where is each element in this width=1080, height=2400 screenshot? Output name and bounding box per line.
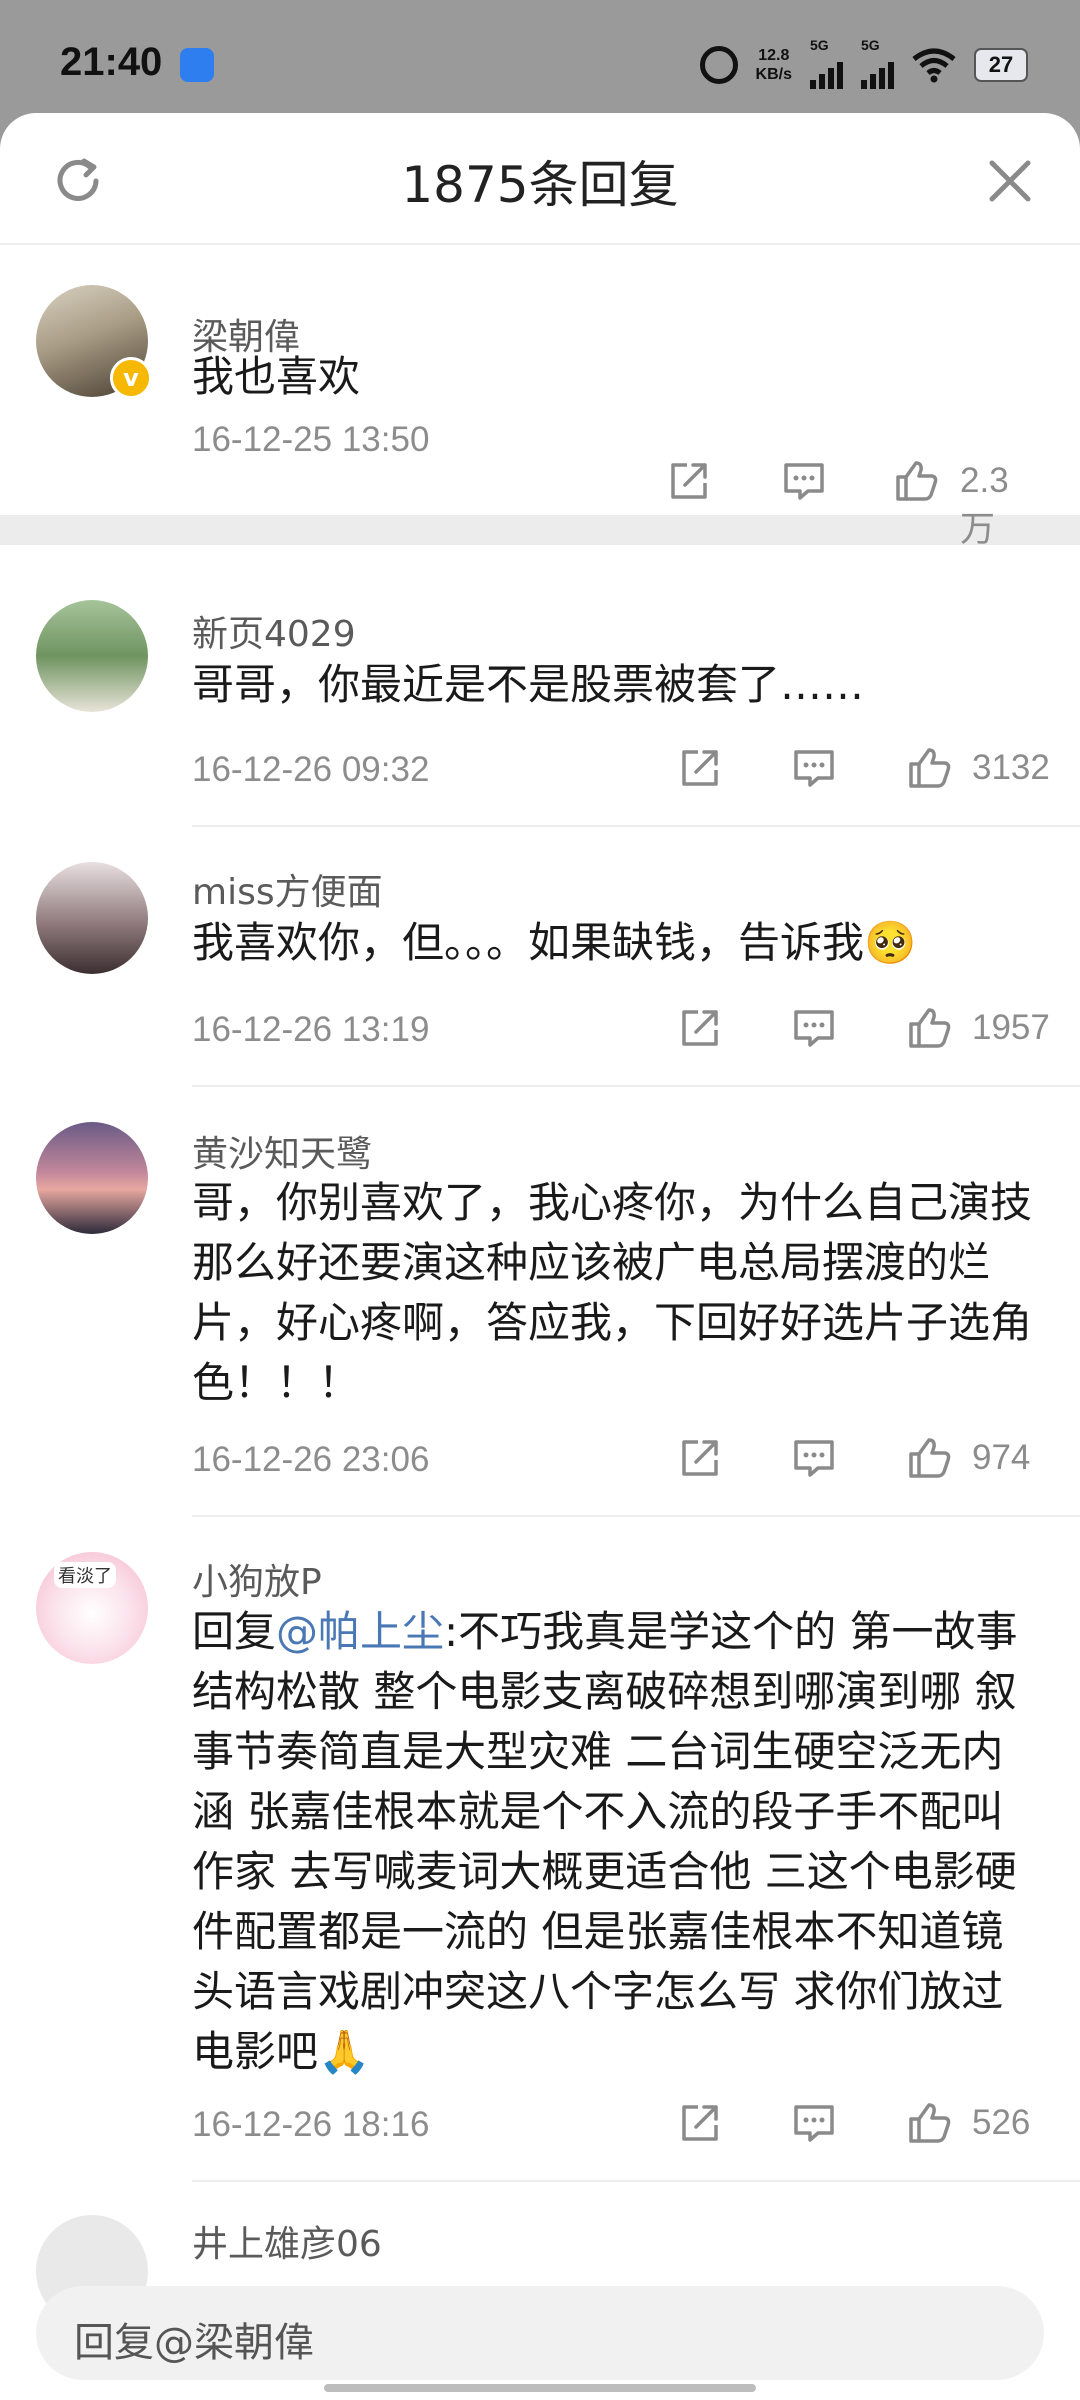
share-button[interactable] — [676, 2099, 724, 2147]
comment-icon — [794, 750, 834, 787]
share-icon — [682, 1440, 718, 1476]
reply-username[interactable]: miss方便面 — [192, 863, 383, 915]
reply-timestamp: 16-12-26 18:16 — [192, 2105, 430, 2144]
reply-separator — [192, 1515, 1080, 1517]
share-icon — [682, 2105, 718, 2141]
share-button[interactable] — [665, 457, 713, 505]
network-speed: 12.8 KB/s — [755, 47, 792, 83]
comment-timestamp: 16-12-25 13:50 — [192, 420, 430, 459]
like-count: 2.3万 — [960, 461, 1009, 549]
like-button[interactable] — [905, 1434, 953, 1482]
signal-1-icon: 5G — [810, 37, 843, 89]
close-button[interactable] — [980, 151, 1040, 211]
reply-username[interactable]: 小狗放P — [192, 1553, 322, 1605]
like-button[interactable] — [905, 2099, 953, 2147]
verified-badge-icon: v — [110, 357, 152, 399]
comment-button[interactable] — [790, 744, 838, 792]
like-count: 526 — [972, 2103, 1031, 2142]
reply-body: :不巧我真是学这个的 第一故事结构松散 整个电影支离破碎想到哪演到哪 叙事节奏简… — [192, 1607, 1018, 2076]
comment-button[interactable] — [790, 1004, 838, 1052]
reply-username[interactable]: 黄沙知天鹭 — [192, 1125, 372, 1177]
alarm-icon — [699, 46, 738, 84]
reply-text[interactable]: 回复@帕上尘:不巧我真是学这个的 第一故事结构松散 整个电影支离破碎想到哪演到哪… — [192, 1602, 1044, 2082]
reply-body: 哥哥，你最近是不是股票被套了…… — [192, 660, 865, 709]
share-icon — [682, 1010, 718, 1046]
close-icon — [989, 160, 1031, 202]
thumbs-up-icon — [909, 1438, 951, 1478]
reply-text[interactable]: 我喜欢你，但。。。如果缺钱，告诉我🥺 — [192, 913, 1044, 973]
share-icon — [671, 463, 707, 499]
avatar[interactable] — [36, 1122, 148, 1234]
sheet-header: 1875条回复 — [0, 113, 1080, 245]
comment-button[interactable] — [790, 1434, 838, 1482]
avatar-badge-text: 看淡了 — [54, 1562, 116, 1588]
reply-body: 哥，你别喜欢了，我心疼你，为什么自己演技那么好还要演这种应该被广电总局摆渡的烂片… — [192, 1178, 1033, 1407]
comment-button[interactable] — [780, 457, 828, 505]
reply-prefix: 回复 — [192, 1607, 277, 1656]
like-button[interactable] — [905, 744, 953, 792]
comment-icon — [794, 2105, 834, 2142]
reply-timestamp: 16-12-26 23:06 — [192, 1440, 430, 1479]
like-count: 3132 — [972, 748, 1050, 787]
emoji-icon: 🥺 — [864, 918, 917, 967]
reply-body: 我喜欢你，但。。。如果缺钱，告诉我 — [192, 918, 865, 967]
reply-separator — [192, 2180, 1080, 2182]
reply-username[interactable]: 井上雄彦06 — [192, 2215, 382, 2267]
reply-text[interactable]: 哥哥，你最近是不是股票被套了…… — [192, 655, 1044, 715]
thumbs-up-icon — [909, 1008, 951, 1048]
reply-input-placeholder: 回复@梁朝偉 — [74, 2320, 314, 2366]
thumbs-up-icon — [909, 2103, 951, 2143]
mention-link[interactable]: @帕上尘 — [276, 1607, 444, 1656]
battery-indicator: 27 — [974, 48, 1028, 82]
thumbs-up-icon — [909, 748, 951, 788]
emoji-icon: 🙏 — [318, 2027, 371, 2076]
like-count: 1957 — [972, 1008, 1050, 1047]
reply-text[interactable]: 哥，你别喜欢了，我心疼你，为什么自己演技那么好还要演这种应该被广电总局摆渡的烂片… — [192, 1173, 1044, 1413]
replies-count-title: 1875条回复 — [401, 156, 679, 214]
comment-text[interactable]: 我也喜欢 — [192, 347, 1044, 407]
avatar[interactable]: 看淡了 — [36, 1552, 148, 1664]
comment-icon — [784, 463, 824, 500]
share-button[interactable] — [676, 1434, 724, 1482]
app-notification-icon — [180, 48, 214, 82]
status-bar: 21:40 12.8 KB/s 5G 5G 27 — [0, 0, 1080, 115]
wifi-icon — [912, 48, 956, 83]
reply-timestamp: 16-12-26 13:19 — [192, 1010, 430, 1049]
comment-button[interactable] — [790, 2099, 838, 2147]
signal-2-icon: 5G — [861, 37, 894, 89]
like-count: 974 — [972, 1438, 1031, 1477]
section-divider — [0, 515, 1080, 545]
share-button[interactable] — [676, 1004, 724, 1052]
avatar[interactable] — [36, 862, 148, 974]
share-button[interactable] — [676, 744, 724, 792]
reply-timestamp: 16-12-26 09:32 — [192, 750, 430, 789]
comment-icon — [794, 1010, 834, 1047]
reply-separator — [192, 825, 1080, 827]
like-button[interactable] — [892, 457, 940, 505]
status-time: 21:40 — [60, 40, 163, 84]
reply-username[interactable]: 新页4029 — [192, 605, 356, 657]
thumbs-up-icon — [896, 461, 938, 501]
reply-separator — [192, 1085, 1080, 1087]
avatar[interactable] — [36, 600, 148, 712]
home-indicator[interactable] — [324, 2384, 756, 2392]
share-icon — [682, 750, 718, 786]
comment-icon — [794, 1440, 834, 1477]
like-button[interactable] — [905, 1004, 953, 1052]
